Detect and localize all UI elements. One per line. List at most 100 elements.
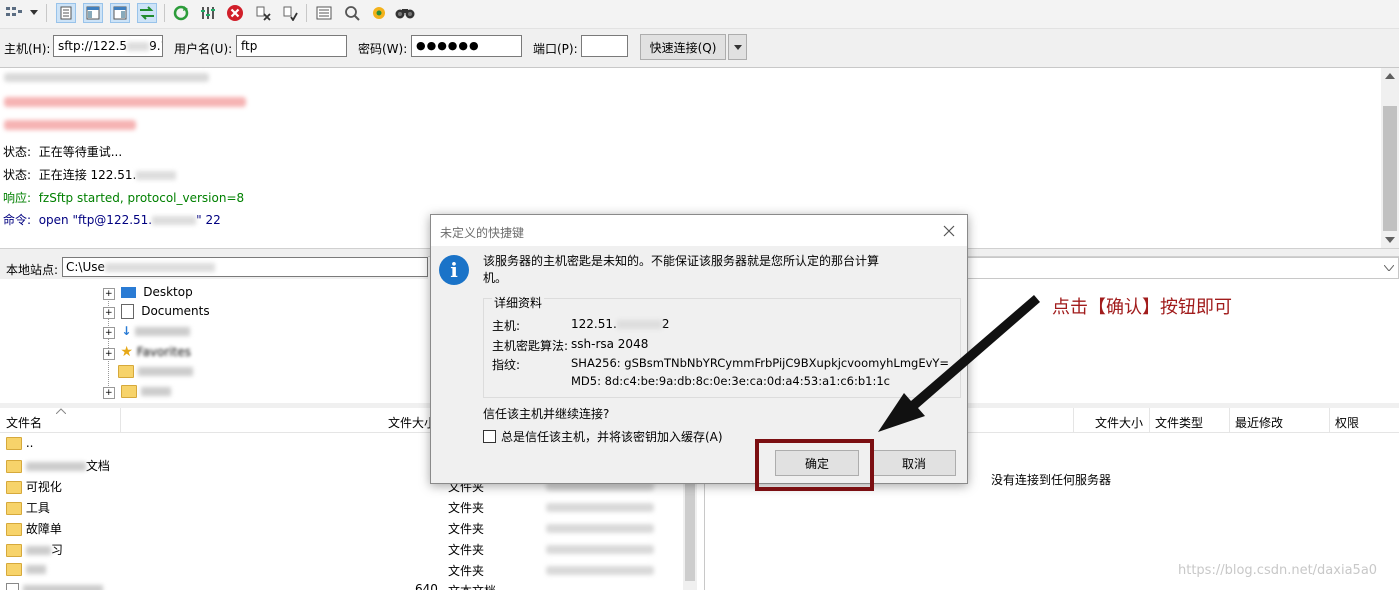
redacted-log-line <box>4 73 209 82</box>
toggle-queue-icon[interactable] <box>137 3 157 23</box>
downloads-icon: ↓ <box>121 324 132 338</box>
toggle-local-tree-icon[interactable] <box>83 3 103 23</box>
column-header-name[interactable]: 文件名 <box>6 414 42 431</box>
file-row[interactable] <box>6 562 46 576</box>
watermark: https://blog.csdn.net/daxia5a0 <box>1178 563 1378 578</box>
log-line: 状态: 正在连接 122.51. <box>3 166 177 183</box>
annotation-text: 点击【确认】按钮即可 <box>1052 297 1232 318</box>
quickconnect-button[interactable]: 快速连接(Q) <box>640 34 726 60</box>
fingerprint-md5: MD5: 8d:c4:be:9a:db:8c:0e:3e:ca:0d:a4:53… <box>571 374 891 388</box>
refresh-icon[interactable] <box>171 3 191 23</box>
favorites-icon: ★ <box>120 344 133 360</box>
annotation-arrow-icon <box>878 295 1040 432</box>
redacted-log-line <box>4 97 246 107</box>
file-row[interactable]: 工具 <box>6 499 50 516</box>
dialog-message: 该服务器的主机密匙是未知的。不能保证该服务器就是您所认定的那台计算 机。 <box>483 254 880 285</box>
documents-icon <box>121 304 135 319</box>
file-row[interactable]: 文档 <box>6 457 110 474</box>
algorithm-label: 主机密匙算法: <box>492 339 569 353</box>
folder-icon <box>121 385 138 398</box>
folder-icon <box>118 365 134 378</box>
column-header-size[interactable]: 文件大小 <box>388 414 436 431</box>
port-input[interactable] <box>581 35 628 57</box>
toggle-remote-tree-icon[interactable] <box>110 3 130 23</box>
folder-icon <box>6 502 22 515</box>
directory-comparison-icon[interactable] <box>342 3 362 23</box>
text-file-icon <box>6 582 19 590</box>
password-input[interactable]: ●●●●●● <box>411 35 522 57</box>
desktop-icon <box>121 287 137 298</box>
file-size: 640 <box>415 582 438 590</box>
file-type: 文件夹 <box>448 543 485 557</box>
checkbox-label: 总是信任该主机，并将该密钥加入缓存(A) <box>501 430 723 444</box>
local-site-label: 本地站点: <box>6 263 59 277</box>
cancel-operation-icon[interactable] <box>225 3 245 23</box>
file-row[interactable]: 习 <box>6 541 63 558</box>
always-trust-checkbox[interactable]: 总是信任该主机，并将该密钥加入缓存(A) <box>483 428 723 445</box>
password-label: 密码(W): <box>358 42 408 56</box>
host-input[interactable]: sftp://122.59.1 <box>53 35 163 57</box>
tree-item[interactable]: + Desktop <box>103 285 193 300</box>
folder-icon <box>6 481 22 494</box>
site-manager-dropdown-icon[interactable] <box>27 3 41 23</box>
host-label: 主机(H): <box>4 42 51 56</box>
file-row[interactable]: .. <box>6 436 33 450</box>
tree-item[interactable]: + Documents <box>103 304 210 319</box>
folder-icon <box>6 544 22 557</box>
local-path-input[interactable]: C:\Use <box>62 257 428 277</box>
dialog-titlebar: 未定义的快捷键 <box>431 215 967 246</box>
file-row[interactable]: 可视化 <box>6 478 62 495</box>
port-label: 端口(P): <box>533 42 578 56</box>
folder-icon <box>6 437 22 450</box>
remote-path-input[interactable] <box>940 257 1399 279</box>
local-site-bar: 本地站点: C:\Use <box>0 255 428 279</box>
toggle-log-icon[interactable] <box>56 3 76 23</box>
username-label: 用户名(U): <box>174 42 233 56</box>
log-scrollbar[interactable] <box>1381 68 1399 248</box>
quickconnect-bar: 主机(H): sftp://122.59.1 用户名(U): ftp 密码(W)… <box>0 29 1399 68</box>
remote-column-type[interactable]: 文件类型 <box>1155 414 1203 431</box>
redacted-log-line <box>4 120 136 130</box>
host-key-label: 主机: <box>492 319 521 333</box>
process-queue-icon[interactable] <box>198 3 218 23</box>
folder-icon <box>6 460 22 473</box>
host-key-value: 122.51. 2 <box>571 317 670 331</box>
local-list-scrollbar[interactable] <box>683 473 697 590</box>
file-row[interactable]: 故障单 <box>6 520 62 537</box>
remote-column-size[interactable]: 文件大小 <box>1095 414 1143 431</box>
reconnect-icon[interactable] <box>280 3 300 23</box>
not-connected-message: 没有连接到任何服务器 <box>991 473 1112 487</box>
file-type: 文本文档 <box>448 582 496 590</box>
folder-icon <box>6 523 22 536</box>
log-line: 状态: 正在等待重试... <box>3 145 123 159</box>
algorithm-value: ssh-rsa 2048 <box>571 337 649 351</box>
remote-column-permissions[interactable]: 权限 <box>1335 414 1359 431</box>
disconnect-icon[interactable] <box>253 3 273 23</box>
directory-listing-filter-icon[interactable] <box>314 3 334 23</box>
log-line: 命令: open "ftp@122.51. " 22 <box>3 213 221 227</box>
log-scrollbar-thumb[interactable] <box>1383 106 1397 231</box>
synchronized-browsing-icon[interactable] <box>369 3 389 23</box>
tree-item[interactable]: + ★ Favorites <box>103 344 191 360</box>
local-directory-tree[interactable]: + Desktop + Documents + ↓ + ★ Favorites … <box>0 280 428 402</box>
dialog-title: 未定义的快捷键 <box>440 226 525 240</box>
cancel-button[interactable]: 取消 <box>872 450 956 476</box>
tree-item[interactable]: + ↓ <box>103 324 191 339</box>
site-manager-icon[interactable] <box>4 3 24 23</box>
tree-item[interactable] <box>118 364 193 378</box>
checkbox-box[interactable] <box>483 430 496 443</box>
info-icon: i <box>439 255 469 285</box>
tree-item[interactable]: + <box>103 384 172 399</box>
log-line: 响应: fzSftp started, protocol_version=8 <box>3 191 245 205</box>
file-type: 文件夹 <box>448 501 485 515</box>
file-row[interactable] <box>6 582 103 590</box>
quickconnect-dropdown-button[interactable] <box>728 34 747 60</box>
trust-question: 信任该主机并继续连接? <box>483 407 610 421</box>
dialog-close-icon[interactable] <box>939 221 959 241</box>
file-type: 文件夹 <box>448 522 485 536</box>
highlight-box <box>755 439 874 491</box>
username-input[interactable]: ftp <box>236 35 347 57</box>
remote-column-modified[interactable]: 最近修改 <box>1235 414 1283 431</box>
fingerprint-label: 指纹: <box>492 358 521 372</box>
search-files-icon[interactable] <box>395 3 415 23</box>
